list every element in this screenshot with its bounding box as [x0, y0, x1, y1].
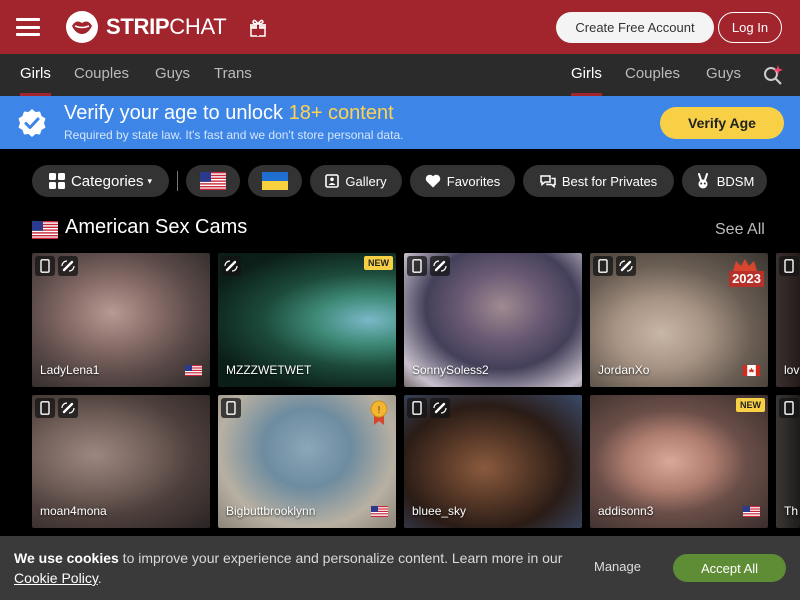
- year-award-badge: 2023: [729, 271, 764, 287]
- gallery-filter-button[interactable]: Gallery: [310, 165, 402, 197]
- stripchat-logo[interactable]: STRIPCHAT: [66, 11, 227, 43]
- gallery-icon: [325, 174, 340, 188]
- model-name: bluee_sky: [412, 504, 467, 518]
- search-sparkle-icon[interactable]: [762, 64, 784, 86]
- gift-icon[interactable]: [248, 17, 268, 37]
- usa-flag-icon: [743, 506, 760, 517]
- create-account-button[interactable]: Create Free Account: [556, 12, 714, 43]
- medal-icon: !: [370, 400, 388, 425]
- model-name: addisonn3: [598, 504, 654, 518]
- category-nav: Girls Couples Guys Trans Girls Couples G…: [0, 54, 800, 96]
- model-name: JordanXo: [598, 363, 650, 377]
- favorites-label: Favorites: [446, 173, 501, 189]
- model-name: Bigbuttbrooklynn: [226, 504, 316, 518]
- bdsm-filter-button[interactable]: BDSM: [682, 165, 767, 197]
- usa-flag-icon: [371, 506, 388, 517]
- verify-title-text: Verify your age to unlock: [64, 102, 289, 124]
- top-header: STRIPCHAT Create Free Account Log In: [0, 0, 800, 54]
- model-card[interactable]: moan4mona: [32, 395, 210, 528]
- filter-divider: [177, 171, 178, 191]
- verify-title-highlight: 18+ content: [288, 102, 394, 124]
- model-card[interactable]: lov: [776, 253, 800, 387]
- cookie-message: We use cookies to improve your experienc…: [14, 548, 574, 588]
- nav-tab-couples[interactable]: Couples: [74, 54, 129, 96]
- interactive-toy-icon: [221, 256, 241, 276]
- nav-tab-guys[interactable]: Guys: [155, 54, 190, 96]
- model-name: MZZZWETWET: [226, 363, 312, 377]
- model-name: lov: [784, 363, 800, 377]
- usa-flag-icon: [200, 172, 226, 190]
- usa-flag-icon: [185, 365, 202, 376]
- nav-tab-guys-right[interactable]: Guys: [706, 54, 741, 96]
- best-for-privates-filter-button[interactable]: Best for Privates: [523, 165, 674, 197]
- categories-dropdown[interactable]: Categories ▾: [32, 165, 169, 197]
- svg-text:!: !: [377, 405, 381, 416]
- mobile-icon: [35, 398, 55, 418]
- section-title: American Sex Cams: [65, 216, 248, 238]
- hamburger-menu-icon[interactable]: [16, 18, 40, 36]
- gallery-label: Gallery: [345, 173, 387, 189]
- grid-icon: [48, 173, 65, 189]
- model-name: SonnySoless2: [412, 363, 489, 377]
- manage-cookies-button[interactable]: Manage: [594, 559, 641, 574]
- accept-all-cookies-button[interactable]: Accept All: [673, 554, 786, 582]
- mobile-icon: [407, 398, 427, 418]
- usa-flag-icon: [32, 221, 58, 239]
- model-card[interactable]: ! Bigbuttbrooklynn: [218, 395, 396, 528]
- logo-text-chat: CHAT: [169, 14, 227, 39]
- cookie-message-text: to improve your experience and personali…: [118, 550, 563, 566]
- mobile-icon: [593, 256, 613, 276]
- verify-subtitle: Required by state law. It's fast and we …: [64, 128, 404, 142]
- best-for-privates-label: Best for Privates: [561, 173, 658, 189]
- bunny-mask-icon: [695, 173, 711, 189]
- verified-badge-icon: [18, 109, 46, 137]
- crown-icon: [733, 259, 757, 271]
- nav-tab-girls-right[interactable]: Girls: [571, 54, 602, 96]
- nav-tab-couples-right[interactable]: Couples: [625, 54, 680, 96]
- cookie-message-bold: We use cookies: [14, 550, 119, 566]
- mobile-icon: [779, 256, 799, 276]
- model-name: Th: [784, 504, 799, 518]
- favorites-filter-button[interactable]: Favorites: [410, 165, 515, 197]
- interactive-toy-icon: [430, 398, 450, 418]
- verify-age-button[interactable]: Verify Age: [660, 107, 784, 139]
- chat-bubbles-icon: [540, 174, 556, 188]
- logo-text-strip: STRIP: [106, 14, 170, 39]
- filter-flag-usa[interactable]: [186, 165, 240, 197]
- cookie-policy-link[interactable]: Cookie Policy: [14, 570, 98, 586]
- model-card[interactable]: bluee_sky: [404, 395, 582, 528]
- model-name: moan4mona: [40, 504, 107, 518]
- mobile-icon: [221, 398, 241, 418]
- nav-tab-trans[interactable]: Trans: [214, 54, 252, 96]
- interactive-toy-icon: [58, 256, 78, 276]
- canada-flag-icon: [743, 365, 760, 376]
- see-all-link[interactable]: See All: [715, 221, 765, 239]
- verify-title: Verify your age to unlock 18+ content: [64, 102, 394, 125]
- new-badge: NEW: [364, 256, 393, 270]
- interactive-toy-icon: [616, 256, 636, 276]
- filter-flag-ukraine[interactable]: [248, 165, 302, 197]
- ukraine-flag-icon: [262, 172, 288, 190]
- model-card[interactable]: LadyLena1: [32, 253, 210, 387]
- caret-down-icon: ▾: [147, 175, 153, 186]
- mobile-icon: [35, 256, 55, 276]
- model-name: LadyLena1: [40, 363, 100, 377]
- interactive-toy-icon: [58, 398, 78, 418]
- model-card[interactable]: Th: [776, 395, 800, 528]
- categories-label: Categories: [70, 172, 144, 190]
- heart-icon: [425, 174, 441, 188]
- nav-tab-girls[interactable]: Girls: [20, 54, 51, 96]
- model-card[interactable]: SonnySoless2: [404, 253, 582, 387]
- mobile-icon: [779, 398, 799, 418]
- mobile-icon: [407, 256, 427, 276]
- bdsm-label: BDSM: [716, 173, 755, 189]
- model-card[interactable]: 2023 JordanXo: [590, 253, 768, 387]
- cookie-message-end: .: [97, 570, 102, 586]
- new-badge: NEW: [736, 398, 765, 412]
- model-card[interactable]: NEW MZZZWETWET: [218, 253, 396, 387]
- login-button[interactable]: Log In: [718, 12, 782, 43]
- logo-lips-icon: [66, 11, 98, 43]
- interactive-toy-icon: [430, 256, 450, 276]
- model-card[interactable]: NEW addisonn3: [590, 395, 768, 528]
